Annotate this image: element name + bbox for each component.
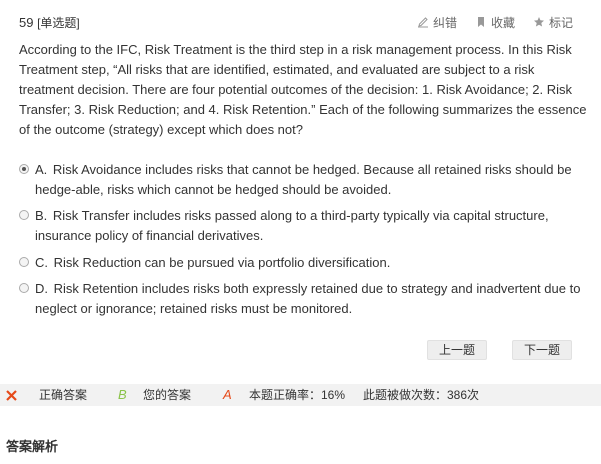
option-a-letter: A. [35,162,48,177]
mark-label: 标记 [548,15,573,30]
option-a-text: Risk Avoidance includes risks that canno… [35,162,572,197]
question-tools: 纠错 收藏 标记 [399,12,573,32]
wrong-icon [6,390,17,401]
your-answer-label: 您的答案 [143,388,192,402]
option-d-letter: D. [35,281,48,296]
bookmark-icon [477,17,484,27]
question-header: 59 [单选题] 纠错 收藏 标记 [19,12,581,32]
option-d-text: Risk Retention includes risks both expre… [35,281,581,316]
option-c-text: Risk Reduction can be pursued via portfo… [53,255,391,270]
report-error-label: 纠错 [432,15,457,30]
question-type: [单选题] [37,16,80,30]
option-b[interactable]: B. Risk Transfer includes risks passed a… [19,206,591,246]
option-a-radio[interactable] [19,164,29,174]
star-icon [533,17,544,27]
option-d[interactable]: D. Risk Retention includes risks both ex… [19,279,591,319]
previous-question-button[interactable]: 上一题 [427,340,487,360]
favorite-button[interactable]: 收藏 [475,12,515,32]
option-b-text: Risk Transfer includes risks passed alon… [35,208,549,243]
option-b-radio[interactable] [19,210,29,220]
attempt-count: 此题被做次数：386次 [363,388,480,402]
correct-answer-label: 正确答案 [39,388,88,402]
report-error-button[interactable]: 纠错 [417,12,457,32]
accuracy-rate: 本题正确率：16% [249,388,346,402]
answer-bar: 正确答案 B 您的答案 A 本题正确率：16% 此题被做次数：386次 [0,384,601,406]
correct-answer-value: B [118,387,127,402]
analysis-title: 答案解析 [6,439,59,454]
option-d-radio[interactable] [19,283,29,293]
option-c[interactable]: C. Risk Reduction can be pursued via por… [19,253,390,273]
next-question-button[interactable]: 下一题 [512,340,572,360]
pencil-icon [417,17,428,28]
option-a[interactable]: A. Risk Avoidance includes risks that ca… [19,160,591,200]
your-answer-value: A [223,387,232,402]
option-c-letter: C. [35,255,48,270]
mark-button[interactable]: 标记 [533,12,573,32]
question-number-value: 59 [19,15,34,30]
option-b-letter: B. [35,208,48,223]
question-number: 59 [单选题] [19,14,80,31]
question-stem: According to the IFC, Risk Treatment is … [19,42,587,137]
favorite-label: 收藏 [490,15,515,30]
option-c-radio[interactable] [19,257,29,267]
